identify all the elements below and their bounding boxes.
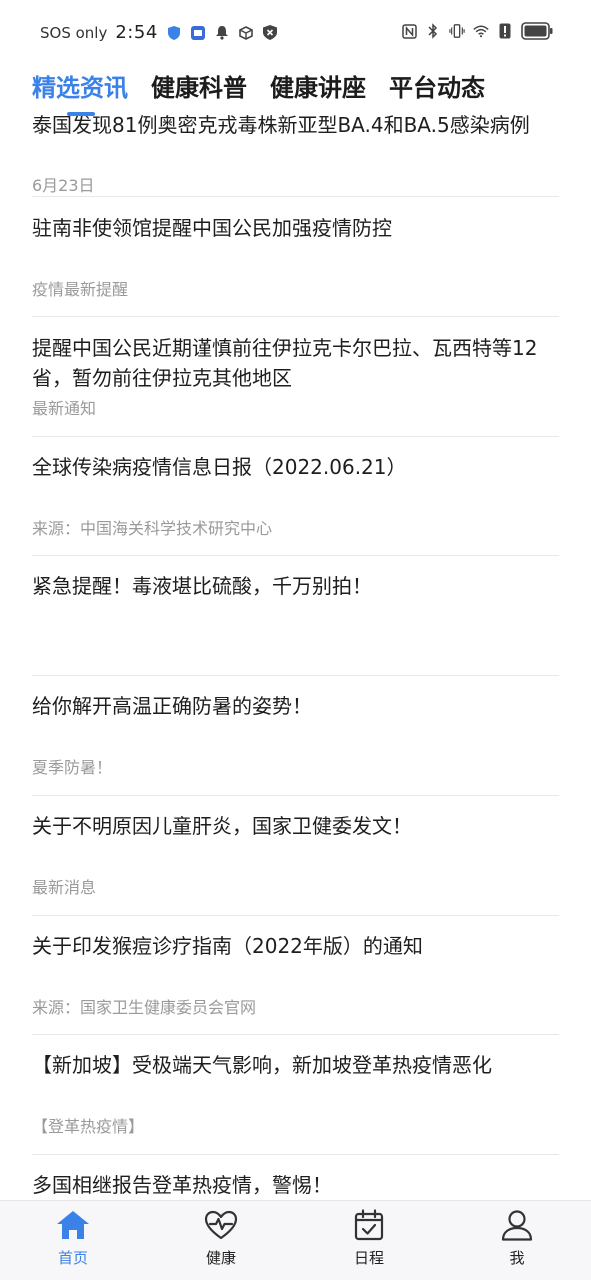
nav-me[interactable]: 我 xyxy=(477,1209,557,1268)
article-title: 给你解开高温正确防暑的姿势！ xyxy=(32,694,312,718)
list-item[interactable]: 全球传染病疫情信息日报（2022.06.21） 来源：中国海关科学技术研究中心 xyxy=(32,437,559,556)
nfc-icon xyxy=(401,23,417,39)
nav-schedule-label: 日程 xyxy=(353,1249,384,1267)
active-tab-indicator xyxy=(67,112,95,116)
bell-icon xyxy=(214,25,230,41)
nav-health-label: 健康 xyxy=(205,1249,236,1267)
list-item[interactable]: 给你解开高温正确防暑的姿势！ 夏季防暑！ xyxy=(32,676,559,796)
article-subtitle: 来源：中国海关科学技术研究中心 xyxy=(32,519,273,538)
list-item[interactable]: 【新加坡】受极端天气影响，新加坡登革热疫情恶化 【登革热疫情】 xyxy=(32,1035,559,1155)
article-subtitle: 来源：国家卫生健康委员会官网 xyxy=(32,998,257,1017)
tab-health-science[interactable]: 健康科普 xyxy=(151,68,247,103)
nav-me-label: 我 xyxy=(509,1249,525,1267)
article-title: 多国相继报告登革热疫情，警惕！ xyxy=(32,1173,332,1197)
clock: 2:54 xyxy=(115,22,158,43)
calendar-check-icon xyxy=(354,1209,384,1241)
user-icon xyxy=(501,1210,533,1241)
article-title: 关于印发猴痘诊疗指南（2022年版）的通知 xyxy=(32,934,423,958)
security-icon xyxy=(262,25,278,41)
list-item[interactable]: 提醒中国公民近期谨慎前往伊拉克卡尔巴拉、瓦西特等12省，暂勿前往伊拉克其他地区 … xyxy=(32,317,559,437)
home-icon xyxy=(57,1211,89,1239)
list-item[interactable]: 泰国发现81例奥密克戎毒株新亚型BA.4和BA.5感染病例 6月23日 xyxy=(32,112,559,197)
article-subtitle: 最新通知 xyxy=(32,399,97,418)
list-item[interactable]: 多国相继报告登革热疫情，警惕！ xyxy=(32,1155,559,1200)
article-title: 关于不明原因儿童肝炎，国家卫健委发文！ xyxy=(32,814,412,838)
article-title: 泰国发现81例奥密克戎毒株新亚型BA.4和BA.5感染病例 xyxy=(32,113,530,137)
article-title: 驻南非使领馆提醒中国公民加强疫情防控 xyxy=(32,216,392,240)
article-subtitle: 夏季防暑！ xyxy=(32,758,113,777)
article-title: 提醒中国公民近期谨慎前往伊拉克卡尔巴拉、瓦西特等12省，暂勿前往伊拉克其他地区 xyxy=(32,336,538,390)
app-notification-icon xyxy=(190,25,206,41)
list-item[interactable]: 关于印发猴痘诊疗指南（2022年版）的通知 来源：国家卫生健康委员会官网 xyxy=(32,916,559,1035)
vibrate-icon xyxy=(449,23,465,39)
nav-health[interactable]: 健康 xyxy=(181,1209,261,1268)
shield-icon xyxy=(166,25,182,41)
bluetooth-icon xyxy=(425,23,441,39)
bottom-navigation: 首页 健康 日程 我 xyxy=(0,1200,591,1280)
article-list[interactable]: 泰国发现81例奥密克戎毒株新亚型BA.4和BA.5感染病例 6月23日 驻南非使… xyxy=(32,112,559,1200)
list-item[interactable]: 关于不明原因儿童肝炎，国家卫健委发文！ 最新消息 xyxy=(32,796,559,916)
wifi-icon xyxy=(473,23,489,39)
article-subtitle: 疫情最新提醒 xyxy=(32,280,129,299)
article-subtitle: 6月23日 xyxy=(32,176,95,195)
alert-icon xyxy=(497,23,513,39)
tab-health-lectures[interactable]: 健康讲座 xyxy=(270,68,366,103)
article-title: 【新加坡】受极端天气影响，新加坡登革热疫情恶化 xyxy=(32,1053,492,1077)
list-item[interactable]: 驻南非使领馆提醒中国公民加强疫情防控 疫情最新提醒 xyxy=(32,197,559,317)
tab-platform-news[interactable]: 平台动态 xyxy=(389,68,485,103)
article-title: 全球传染病疫情信息日报（2022.06.21） xyxy=(32,455,407,479)
category-tabs: 精选资讯 健康科普 健康讲座 平台动态 xyxy=(0,62,591,116)
nav-home-label: 首页 xyxy=(57,1249,88,1267)
battery-icon xyxy=(521,22,553,40)
box-icon xyxy=(238,25,254,41)
status-bar: SOS only 2:54 xyxy=(0,0,591,62)
article-title: 紧急提醒！毒液堪比硫酸，千万别拍！ xyxy=(32,574,372,598)
nav-schedule[interactable]: 日程 xyxy=(329,1209,409,1268)
list-item[interactable]: 紧急提醒！毒液堪比硫酸，千万别拍！ xyxy=(32,556,559,676)
carrier-label: SOS only xyxy=(40,23,108,42)
nav-home[interactable]: 首页 xyxy=(33,1209,113,1268)
article-subtitle: 最新消息 xyxy=(32,878,97,897)
heart-pulse-icon xyxy=(204,1210,238,1240)
tab-featured[interactable]: 精选资讯 xyxy=(32,68,128,103)
article-subtitle: 【登革热疫情】 xyxy=(32,1117,145,1136)
